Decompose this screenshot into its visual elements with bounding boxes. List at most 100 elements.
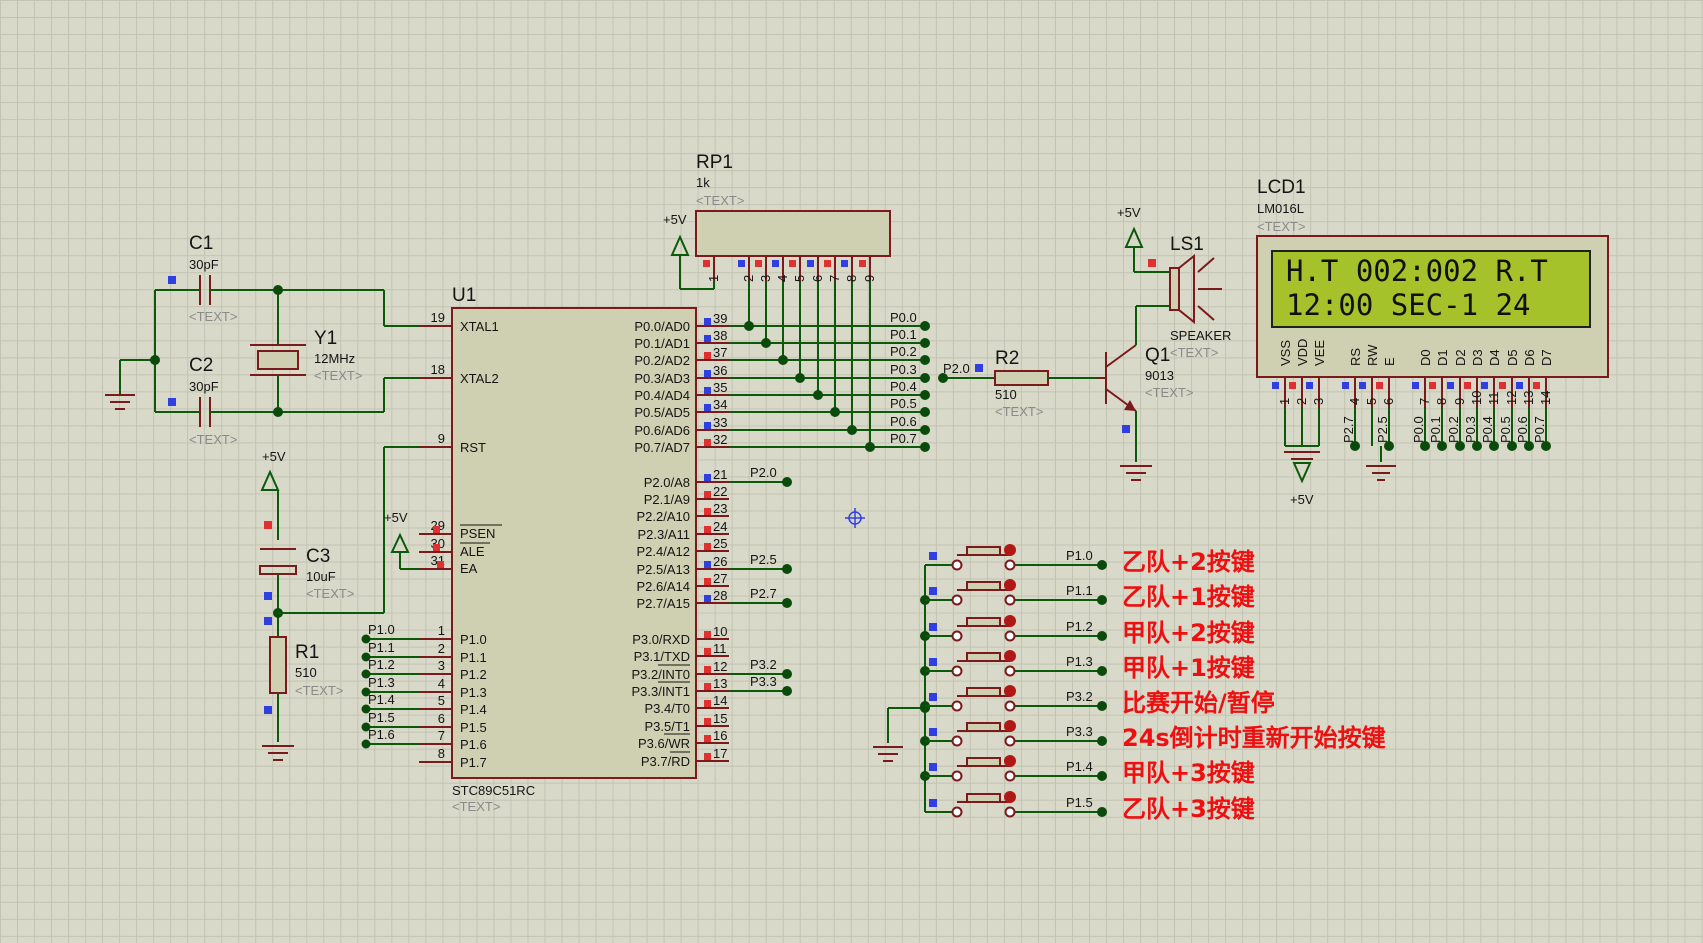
pin-marker [704,735,711,742]
lcd-net-label: P0.1 [1428,416,1443,443]
pushbutton[interactable]: P1.3 甲队+1按键 [920,650,1255,682]
mcu-right-pin-name: P2.4/A12 [637,544,691,559]
reset-vcc-label: +5V [262,449,286,464]
p0-net-label: P0.0 [890,310,917,325]
pushbutton[interactable]: P1.5 乙队+3按键 [925,791,1255,823]
pin-marker [704,352,711,359]
pushbutton[interactable]: P3.3 24s倒计时重新开始按键 [920,720,1386,752]
mcu-right-pin-name: P3.6/WR [638,736,690,751]
rp1-vcc-label: +5V [663,212,687,227]
mcu-left-pin-name: P1.0 [460,632,487,647]
pin-marker [704,404,711,411]
lcd-part: LM016L [1257,201,1304,216]
pin-marker [704,700,711,707]
mcu-right-pin-num: 17 [713,746,727,761]
mcu-right-pin-num: 39 [713,311,727,326]
button-contact [951,770,963,782]
button-indicator [1004,720,1016,732]
c1-ref: C1 [189,233,213,254]
mcu-right-pin-name: P3.3/INT1 [631,684,690,699]
button-indicator [1004,755,1016,767]
mcu-left-pin-name: P1.3 [460,685,487,700]
lcd-pin-num: 12 [1504,391,1519,405]
lcd-pin-num: 8 [1434,398,1449,405]
buzzer-section: P2.0 R2 510 <TEXT> Q1 9013 <TEXT> +5V LS… [938,205,1231,481]
button-end-junction [1097,560,1107,570]
lcd-lcd1[interactable]: H.T 002:002 R.T 12:00 SEC-1 24 LCD1 LM01… [1256,177,1609,507]
button-net-label: P1.2 [1066,619,1093,634]
p0-end-junction [920,407,930,417]
rp1-pin-num: 8 [844,275,859,282]
pin-marker [1376,382,1383,389]
lcd-text: <TEXT> [1257,219,1305,234]
pin-marker [929,587,937,595]
rp1-pin-num: 3 [758,275,773,282]
mcu-right-pin-num: 35 [713,380,727,395]
lcd-pin-num: 6 [1381,398,1396,405]
pushbutton[interactable]: P3.2 比赛开始/暂停 [920,685,1275,717]
button-net-label: P3.2 [1066,689,1093,704]
mcu-left-pin-num: 3 [438,658,445,673]
p3-junction [782,686,792,696]
button-indicator [1004,685,1016,697]
pin-marker [1289,382,1296,389]
r1-text: <TEXT> [295,683,343,698]
mcu-right-pin-name: P3.5/T1 [644,719,690,734]
r2-text: <TEXT> [995,404,1043,419]
pushbutton[interactable]: P1.2 甲队+2按键 [920,615,1255,647]
p0-end-junction [920,442,930,452]
p3-net-label: P3.3 [750,674,777,689]
pin-marker [433,526,440,533]
rp1-pin-num: 4 [775,275,790,282]
resistor-pack-rp1[interactable]: RP1 1k <TEXT> +5V 1 23456789 [663,152,891,290]
c3-text: <TEXT> [306,586,354,601]
p0-junction [795,373,805,383]
pin-marker [929,728,937,736]
schematic-diagram: C1 30pF <TEXT> C2 30pF <TEXT> Y1 12MHz <… [105,152,1609,823]
p1-net-label: P1.6 [368,727,395,742]
p0-end-junction [920,338,930,348]
p0-end-junction [920,390,930,400]
rp1-pin-num: 2 [741,275,756,282]
mcu-right-pin-num: 36 [713,363,727,378]
lcd-pin-name: D0 [1418,349,1433,366]
mcu-left-pin-name: P1.5 [460,720,487,735]
mcu-right-pin-name: P0.2/AD2 [634,353,690,368]
mcu-right-pin-name: P3.7/RD [641,754,690,769]
lcd-net-label: P2.7 [1341,416,1356,443]
mcu-right-pin-name: P0.1/AD1 [634,336,690,351]
p0-junction [847,425,857,435]
mcu-right-pin-name: P2.5/A13 [637,562,691,577]
lcd-vcc-label: +5V [1290,492,1314,507]
mcu-u1[interactable]: U1 STC89C51RC <TEXT> 19XTAL118XTAL29RST2… [361,285,793,814]
mcu-right-pin-num: 27 [713,571,727,586]
pushbutton[interactable]: P1.4 甲队+3按键 [920,755,1255,787]
rp1-pin-num: 9 [862,275,877,282]
button-list: P1.0 乙队+2按键 P1.1 乙队+1按键 P1.2 甲队+2按键 P1.3 甲队+1按键… [920,544,1386,823]
mcu-left-pin-name: XTAL2 [460,371,499,386]
pushbutton[interactable]: P1.1 乙队+1按键 [920,579,1255,611]
pin-marker [1516,382,1523,389]
p0-net-label: P0.2 [890,344,917,359]
pin-marker [704,422,711,429]
pushbutton[interactable]: P1.0 乙队+2按键 [925,544,1255,576]
button-contact [1004,630,1016,642]
mcu-right-pin-name: P0.3/AD3 [634,371,690,386]
button-cap [966,581,1001,591]
ls1-ref: LS1 [1170,234,1204,255]
r1-ref: R1 [295,642,319,663]
pin-marker [704,561,711,568]
button-cap [966,617,1001,627]
lcd-line2: 12:00 SEC-1 24 [1286,288,1530,322]
p2-junction [782,598,792,608]
p2-net-label: P2.7 [750,586,777,601]
p0-junction [813,390,823,400]
pin-marker [1447,382,1454,389]
mcu-right-pin-num: 25 [713,536,727,551]
lcd-pin-name: VSS [1278,340,1293,366]
pin-marker [1533,382,1540,389]
lcd-net-label: P0.0 [1411,416,1426,443]
p0-net-label: P0.1 [890,327,917,342]
ea-vcc-label: +5V [384,510,408,525]
buttons-section: P1.0 乙队+2按键 P1.1 乙队+1按键 P1.2 甲队+2按键 P1.3 甲队+1按键… [873,544,1386,823]
